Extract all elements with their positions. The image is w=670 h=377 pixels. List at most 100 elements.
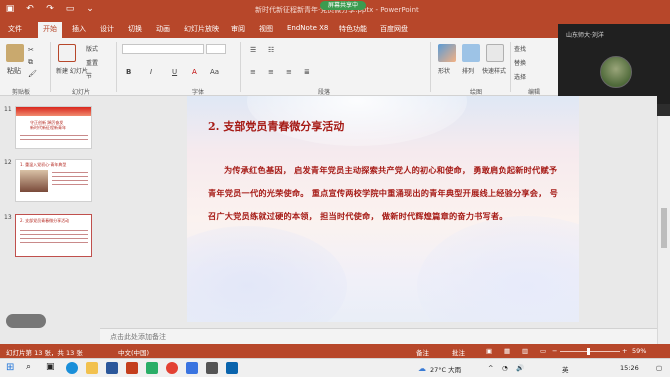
ime-indicator[interactable]: 英 [562, 364, 569, 374]
vertical-scrollbar[interactable] [657, 116, 670, 344]
powerpoint-icon[interactable] [126, 362, 138, 374]
notification-icon[interactable]: ▢ [656, 364, 662, 372]
tab-animations[interactable]: 动画 [156, 24, 170, 34]
clock[interactable]: 15:26 [620, 364, 639, 372]
search-icon[interactable]: ⌕ [26, 362, 31, 372]
slide-thumbnail-12[interactable]: 1. 重温入党初心·青年典型 [15, 159, 92, 202]
align-center-icon[interactable]: ≡ [268, 68, 274, 76]
bullets-icon[interactable]: ☰ [250, 46, 256, 54]
mail-icon[interactable] [226, 362, 238, 374]
new-slide-icon[interactable] [58, 44, 76, 62]
redo-icon[interactable]: ↷ [44, 3, 56, 15]
underline-button[interactable]: U [172, 68, 177, 76]
slide-thumbnail-13[interactable]: 2. 支部党员青春微分享活动 [15, 214, 92, 257]
paste-icon[interactable] [6, 44, 24, 62]
sorter-view-icon[interactable]: ▦ [504, 347, 510, 355]
select-button[interactable]: 选择 [514, 72, 526, 81]
thumbnail-scroll-control[interactable] [6, 314, 46, 328]
notes-toggle[interactable]: 备注 [416, 347, 429, 357]
scrollbar-thumb[interactable] [661, 208, 667, 248]
replace-button[interactable]: 替换 [514, 58, 526, 67]
tab-file[interactable]: 文件 [8, 24, 22, 34]
quick-access-toolbar: ▣ ↶ ↷ ▭ ⌄ [4, 3, 96, 15]
ribbon-home: 粘贴 ✂ ⧉ 🖌 剪贴板 新建 幻灯片 版式 重置 节 幻灯片 B I U A … [0, 38, 558, 96]
tray-chevron-icon[interactable]: ^ [488, 364, 493, 372]
group-clipboard-label: 剪贴板 [12, 89, 31, 96]
align-right-icon[interactable]: ≡ [286, 68, 292, 76]
windows-start-icon[interactable]: ⊞ [6, 362, 14, 373]
section-button[interactable]: 节 [86, 71, 92, 80]
tab-features[interactable]: 特色功能 [339, 24, 367, 34]
new-slide-button[interactable]: 新建 幻灯片 [56, 66, 88, 75]
align-left-icon[interactable]: ≡ [250, 68, 256, 76]
shapes-icon[interactable] [438, 44, 456, 62]
normal-view-icon[interactable]: ▣ [486, 347, 492, 355]
zoom-slider[interactable] [560, 351, 620, 352]
find-button[interactable]: 查找 [514, 44, 526, 53]
zoom-level[interactable]: 59% [632, 347, 646, 355]
slideshow-view-icon[interactable]: ▭ [540, 347, 546, 355]
task-view-icon[interactable]: ▣ [46, 362, 55, 372]
font-size-dropdown[interactable] [206, 44, 226, 54]
more-icon[interactable]: ⌄ [84, 3, 96, 15]
tab-slideshow[interactable]: 幻灯片放映 [184, 24, 219, 34]
tab-review[interactable]: 审阅 [231, 24, 245, 34]
bold-button[interactable]: B [126, 68, 131, 76]
reset-button[interactable]: 重置 [86, 58, 98, 67]
copy-icon[interactable]: ⧉ [28, 58, 33, 67]
status-bar: 幻灯片第 13 张，共 13 张 中文(中国) 备注 批注 ▣ ▦ ▥ ▭ − … [0, 344, 670, 358]
network-icon[interactable]: ◔ [502, 364, 508, 372]
zoom-out-icon[interactable]: − [552, 347, 557, 355]
undo-icon[interactable]: ↶ [24, 3, 36, 15]
font-name-dropdown[interactable] [122, 44, 204, 54]
current-slide[interactable]: 2. 支部党员青春微分享活动 为传承红色基因， 启发青年党员主动探索共产党人的初… [187, 96, 579, 322]
shapes-button[interactable]: 形状 [438, 66, 450, 75]
tab-design[interactable]: 设计 [100, 24, 114, 34]
present-icon[interactable]: ▭ [64, 3, 76, 15]
tab-endnote[interactable]: EndNote X8 [287, 24, 328, 32]
quick-styles-icon[interactable] [486, 44, 504, 62]
slide-title[interactable]: 2. 支部党员青春微分享活动 [208, 118, 344, 134]
zoom-slider-knob[interactable] [587, 348, 590, 355]
thumbnail-title: 1. 重温入党初心·青年典型 [20, 162, 67, 167]
arrange-icon[interactable] [462, 44, 480, 62]
meeting-icon[interactable] [186, 362, 198, 374]
group-slides-label: 幻灯片 [72, 89, 91, 96]
screen-share-indicator[interactable]: 屏幕共享中 [320, 1, 366, 10]
reading-view-icon[interactable]: ▥ [522, 347, 528, 355]
clear-format-icon[interactable]: Aa [210, 68, 219, 76]
store-icon[interactable] [206, 362, 218, 374]
tab-view[interactable]: 视图 [259, 24, 273, 34]
italic-button[interactable]: I [150, 68, 152, 76]
save-icon[interactable]: ▣ [4, 3, 16, 15]
comments-toggle[interactable]: 批注 [452, 347, 465, 357]
numbering-icon[interactable]: ☷ [268, 46, 274, 54]
tab-insert[interactable]: 插入 [72, 24, 86, 34]
quick-styles-button[interactable]: 快速样式 [482, 66, 506, 75]
volume-icon[interactable]: 🔊 [516, 364, 524, 372]
layout-button[interactable]: 版式 [86, 44, 98, 53]
thumbnail-title: 守正创新 踔厉奋发 新时代新征程新青年 [30, 120, 66, 130]
edge-icon[interactable] [66, 362, 78, 374]
chrome-icon[interactable] [166, 362, 178, 374]
tab-transitions[interactable]: 切换 [128, 24, 142, 34]
language-indicator[interactable]: 中文(中国) [118, 347, 149, 357]
paste-button[interactable]: 粘贴 [7, 66, 21, 76]
weather-text[interactable]: 27°C 大雨 [430, 364, 461, 374]
wechat-icon[interactable] [146, 362, 158, 374]
zoom-in-icon[interactable]: + [622, 347, 627, 355]
slide-thumbnail-11[interactable]: 守正创新 踔厉奋发 新时代新征程新青年 [15, 106, 92, 149]
file-explorer-icon[interactable] [86, 362, 98, 374]
format-painter-icon[interactable]: 🖌 [28, 70, 37, 78]
tab-baidu-netdisk[interactable]: 百度网盘 [380, 24, 408, 34]
thumbnail-banner [16, 107, 91, 116]
font-color-icon[interactable]: A [192, 68, 197, 76]
slide-body-text[interactable]: 为传承红色基因， 启发青年党员主动探索共产党人的初心和使命， 勇敢肩负起新时代赋… [208, 159, 560, 228]
notes-pane[interactable]: 点击此处添加备注 [100, 328, 657, 344]
arrange-button[interactable]: 排列 [462, 66, 474, 75]
tab-home[interactable]: 开始 [38, 22, 62, 38]
notes-placeholder[interactable]: 点击此处添加备注 [110, 332, 166, 342]
word-icon[interactable] [106, 362, 118, 374]
justify-icon[interactable]: ≣ [304, 68, 310, 76]
cut-icon[interactable]: ✂ [28, 46, 34, 54]
